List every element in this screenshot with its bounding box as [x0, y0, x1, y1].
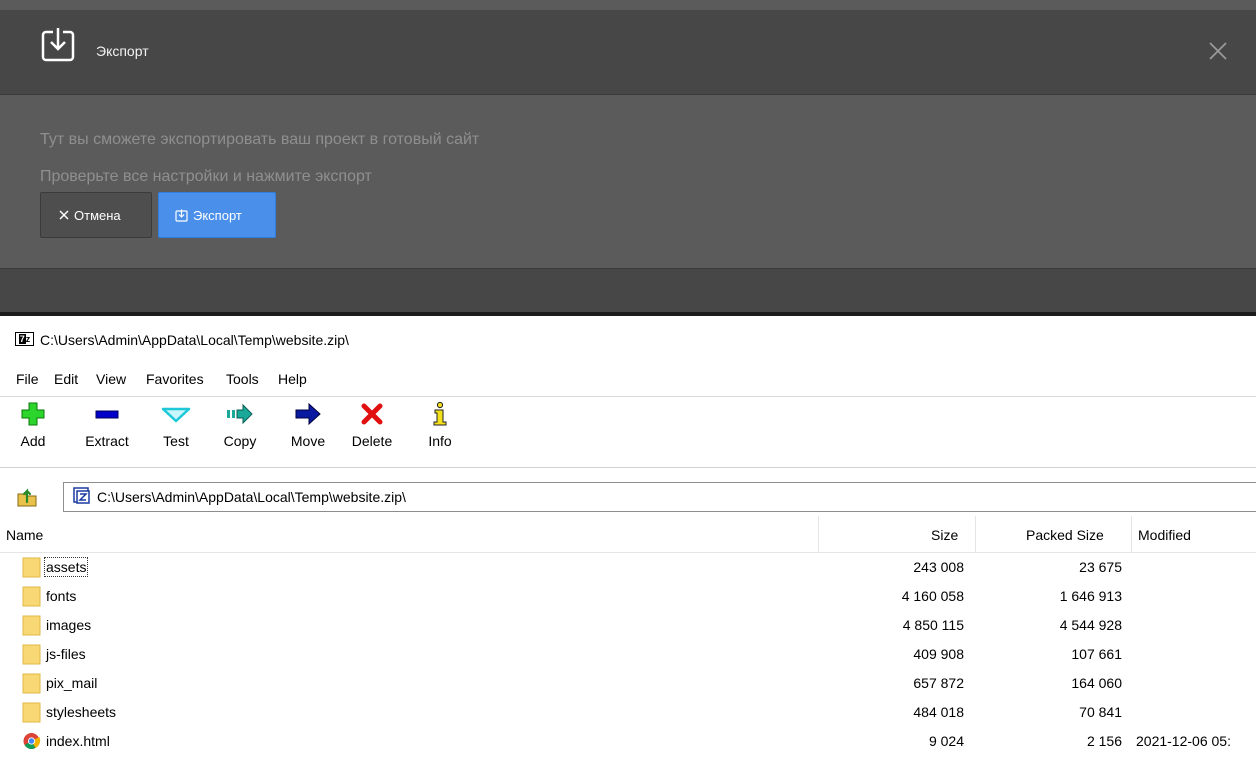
menu-tools[interactable]: Tools: [226, 371, 259, 387]
table-row[interactable]: index.html 9 024 2 156 2021-12-06 05:: [0, 727, 1256, 756]
menu-edit[interactable]: Edit: [54, 371, 78, 387]
folder-icon: [22, 702, 41, 723]
file-size: 243 008: [913, 559, 964, 575]
extract-button[interactable]: Extract: [76, 401, 138, 465]
move-button[interactable]: Move: [284, 401, 332, 465]
copy-label: Copy: [223, 433, 257, 449]
dialog-hint: Проверьте все настройки и нажмите экспор…: [40, 168, 372, 185]
address-bar: C:\Users\Admin\AppData\Local\Temp\websit…: [0, 478, 1256, 514]
info-label: Info: [428, 433, 452, 449]
file-packed-size: 70 841: [1079, 704, 1122, 720]
delete-button[interactable]: Delete: [346, 401, 398, 465]
menu-view[interactable]: View: [96, 371, 126, 387]
title-bar: 7z C:\Users\Admin\AppData\Local\Temp\web…: [0, 316, 1256, 366]
dialog-description: Тут вы сможете экспортировать ваш проект…: [40, 131, 480, 148]
column-packed-size[interactable]: Packed Size: [1026, 527, 1104, 543]
file-name: images: [46, 617, 92, 633]
file-name: stylesheets: [46, 704, 117, 720]
column-modified[interactable]: Modified: [1138, 527, 1191, 543]
column-divider[interactable]: [1131, 516, 1132, 552]
dialog-header: Экспорт: [0, 10, 1256, 94]
add-icon: [21, 402, 45, 426]
table-row[interactable]: pix_mail 657 872 164 060: [0, 669, 1256, 698]
file-name: index.html: [46, 733, 110, 749]
table-row[interactable]: images 4 850 115 4 544 928: [0, 611, 1256, 640]
folder-icon: [22, 586, 41, 607]
7zip-logo-icon: 7z: [15, 332, 34, 346]
delete-icon: [361, 403, 383, 425]
cancel-button[interactable]: Отмена: [40, 192, 152, 238]
file-packed-size: 4 544 928: [1059, 617, 1122, 633]
file-name: fonts: [46, 588, 77, 604]
column-divider[interactable]: [818, 516, 819, 552]
column-size[interactable]: Size: [931, 527, 958, 543]
file-size: 657 872: [913, 675, 964, 691]
window-title: C:\Users\Admin\AppData\Local\Temp\websit…: [40, 332, 349, 348]
table-row[interactable]: assets 243 008 23 675: [0, 553, 1256, 582]
menu-bar: File Edit View Favorites Tools Help: [0, 368, 1256, 392]
file-name: js-files: [46, 646, 86, 662]
file-size: 9 024: [928, 733, 964, 749]
file-size: 484 018: [913, 704, 964, 720]
address-input[interactable]: C:\Users\Admin\AppData\Local\Temp\websit…: [63, 482, 1256, 512]
folder-icon: [22, 557, 41, 578]
copy-button[interactable]: Copy: [218, 401, 262, 465]
info-button[interactable]: Info: [422, 401, 458, 465]
file-packed-size: 2 156: [1086, 733, 1122, 749]
folder-icon: [22, 615, 41, 636]
dialog-footer: [0, 268, 1256, 316]
file-name: assets: [43, 557, 89, 577]
move-label: Move: [290, 433, 326, 449]
export-dialog: Экспорт Тут вы сможете экспортировать ва…: [0, 0, 1256, 316]
delete-label: Delete: [351, 433, 393, 449]
test-icon: [161, 407, 191, 423]
folder-icon: [22, 673, 41, 694]
table-row[interactable]: stylesheets 484 018 70 841: [0, 698, 1256, 727]
info-icon: [433, 401, 447, 426]
export-icon: [41, 28, 75, 62]
menu-help[interactable]: Help: [278, 371, 307, 387]
file-packed-size: 23 675: [1079, 559, 1122, 575]
add-label: Add: [20, 433, 46, 449]
folder-up-icon[interactable]: [16, 486, 38, 508]
file-modified: 2021-12-06 05:: [1136, 733, 1231, 749]
file-list-header: Name Size Packed Size Modified: [0, 516, 1256, 553]
column-divider[interactable]: [975, 516, 976, 552]
move-icon: [295, 402, 321, 426]
file-packed-size: 1 646 913: [1059, 588, 1122, 604]
file-list: assets 243 008 23 675 fonts 4 160 058 1 …: [0, 553, 1256, 756]
archive-icon: [73, 487, 90, 504]
file-packed-size: 164 060: [1071, 675, 1122, 691]
cancel-label: Отмена: [74, 207, 121, 223]
export-icon: [175, 209, 188, 222]
file-packed-size: 107 661: [1071, 646, 1122, 662]
archive-window: 7z C:\Users\Admin\AppData\Local\Temp\web…: [0, 316, 1256, 765]
folder-icon: [22, 644, 41, 665]
close-icon[interactable]: [1206, 39, 1230, 63]
file-size: 409 908: [913, 646, 964, 662]
divider: [0, 94, 1256, 95]
menu-file[interactable]: File: [16, 371, 39, 387]
toolbar: Add Extract Test Copy Move Delete Info: [0, 397, 1256, 467]
test-label: Test: [163, 433, 189, 449]
menu-favorites[interactable]: Favorites: [146, 371, 204, 387]
table-row[interactable]: fonts 4 160 058 1 646 913: [0, 582, 1256, 611]
chrome-html-icon: [23, 733, 41, 749]
address-text: C:\Users\Admin\AppData\Local\Temp\websit…: [97, 489, 406, 505]
file-size: 4 850 115: [902, 617, 964, 633]
test-button[interactable]: Test: [156, 401, 196, 465]
export-label: Экспорт: [193, 207, 242, 223]
table-row[interactable]: js-files 409 908 107 661: [0, 640, 1256, 669]
file-size: 4 160 058: [901, 588, 964, 604]
dialog-title: Экспорт: [96, 43, 149, 59]
file-name: pix_mail: [46, 675, 98, 691]
column-name[interactable]: Name: [6, 527, 43, 543]
extract-label: Extract: [85, 433, 129, 449]
close-icon: [59, 210, 69, 220]
extract-icon: [95, 410, 119, 419]
export-button[interactable]: Экспорт: [158, 192, 276, 238]
copy-icon: [227, 403, 253, 425]
divider: [0, 467, 1256, 468]
add-button[interactable]: Add: [18, 401, 48, 465]
